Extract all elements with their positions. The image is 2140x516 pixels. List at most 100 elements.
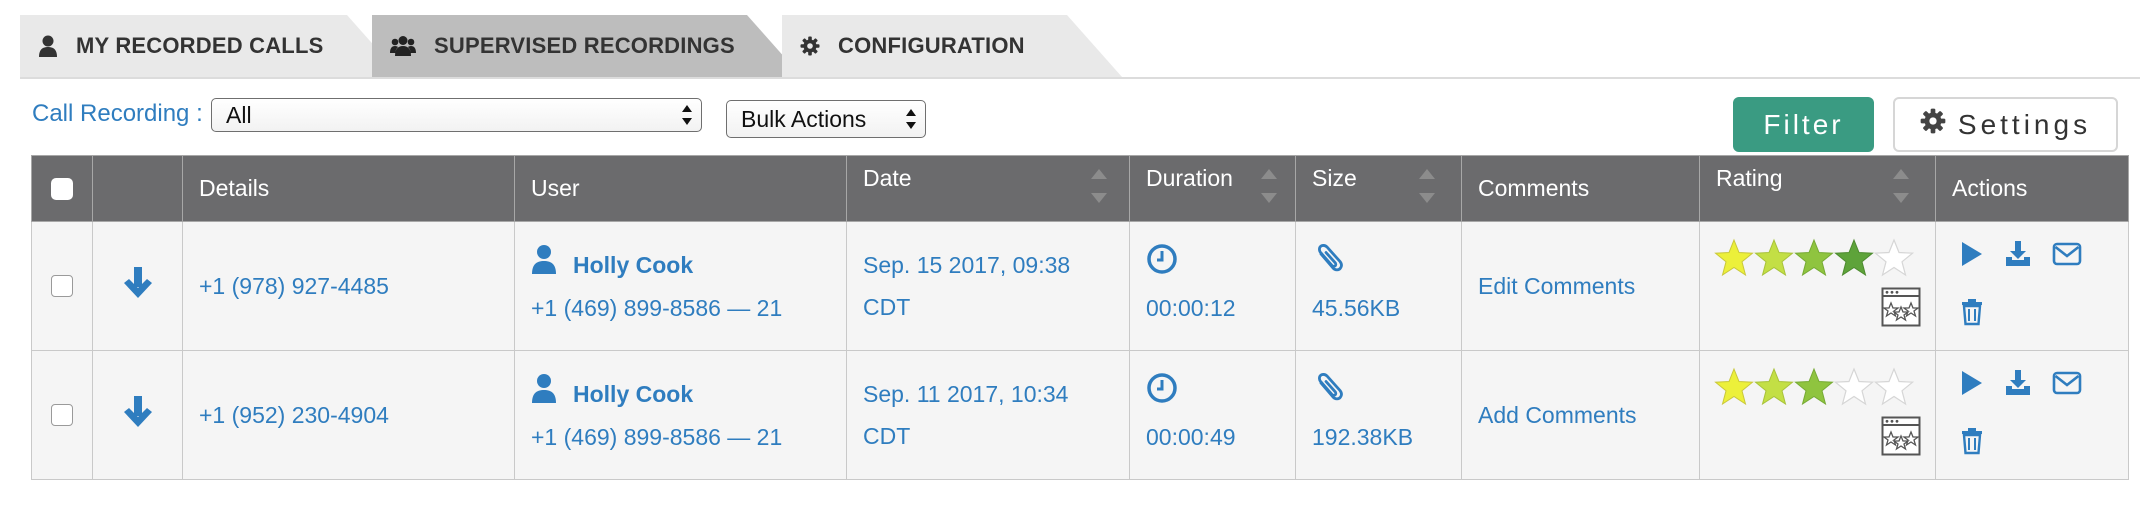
user-cell: Holly Cook +1 (469) 899-8586 — 21 [514,221,847,351]
select-all-checkbox[interactable] [51,177,73,200]
rate-window-icon[interactable] [1881,287,1921,333]
header-user: User [514,155,847,222]
user-icon [531,244,557,287]
star-icon-5[interactable] [1874,367,1914,407]
call-recording-value: All [226,101,252,128]
users-icon [390,35,416,57]
header-actions: Actions [1935,155,2129,222]
user-icon [38,35,58,57]
user-name-link[interactable]: Holly Cook [573,244,693,286]
rating-cell [1699,221,1936,351]
header-details: Details [182,155,515,222]
header-rating[interactable]: Rating [1699,155,1936,222]
download-header [92,155,183,222]
header-date-label: Date [863,165,912,191]
star-icon-3[interactable] [1794,367,1834,407]
edit-comments-link[interactable]: Edit Comments [1478,273,1635,299]
caller-number-link[interactable]: +1 (978) 927-4485 [199,273,389,299]
date-cell: Sep. 15 2017, 09:38 CDT [846,221,1130,351]
tab-my-recorded-calls[interactable]: MY RECORDED CALLS [20,15,402,77]
sort-icon[interactable] [1417,166,1437,212]
paperclip-icon [1312,242,1346,289]
email-icon[interactable] [2052,370,2082,402]
download-cell [92,221,183,351]
tab-label: CONFIGURATION [838,33,1025,58]
duration-cell: 00:00:49 [1129,350,1296,480]
gear-icon [1920,108,1946,141]
add-comments-link[interactable]: Add Comments [1478,402,1637,428]
header-size-label: Size [1312,165,1357,191]
star-icon-2[interactable] [1754,238,1794,278]
user-cell: Holly Cook +1 (469) 899-8586 — 21 [514,350,847,480]
table-row: +1 (978) 927-4485 Holly Cook +1 (469) 89… [31,221,2129,351]
actions-cell [1935,221,2129,351]
recordings-table: Details User Date Duration Size Comments… [31,155,2129,480]
header-date[interactable]: Date [846,155,1130,222]
header-rating-label: Rating [1716,165,1783,191]
tab-configuration[interactable]: CONFIGURATION [782,15,1122,77]
file-size-value: 45.56KB [1312,295,1401,321]
star-icon-4[interactable] [1834,367,1874,407]
date-line: Sep. 15 2017, 09:38 [863,252,1071,278]
tab-label: MY RECORDED CALLS [76,33,324,58]
download-icon[interactable] [2004,369,2032,403]
sort-icon[interactable] [1089,166,1109,212]
star-rating[interactable] [1714,367,1914,407]
star-icon-3[interactable] [1794,238,1834,278]
row-select-cell [31,221,93,351]
duration-value: 00:00:49 [1146,424,1236,450]
call-recording-select[interactable]: All [211,98,702,132]
email-icon[interactable] [2052,241,2082,273]
timezone-line: CDT [863,294,911,320]
details-cell: +1 (978) 927-4485 [182,221,515,351]
file-size-value: 192.38KB [1312,424,1414,450]
row-checkbox[interactable] [51,404,73,426]
select-arrows-icon [681,104,693,132]
select-arrows-icon [905,108,917,136]
star-icon-1[interactable] [1714,238,1754,278]
date-line: Sep. 11 2017, 10:34 [863,381,1069,407]
settings-label: Settings [1957,108,2092,140]
user-name-link[interactable]: Holly Cook [573,373,693,415]
row-checkbox[interactable] [51,275,73,297]
details-cell: +1 (952) 230-4904 [182,350,515,480]
header-duration-label: Duration [1146,165,1233,191]
header-size[interactable]: Size [1295,155,1462,222]
arrow-down-icon[interactable] [122,396,154,434]
download-icon[interactable] [2004,240,2032,274]
star-icon-4[interactable] [1834,238,1874,278]
row-select-cell [31,350,93,480]
comments-cell: Edit Comments [1461,221,1700,351]
sort-icon[interactable] [1259,166,1279,212]
play-icon[interactable] [1960,240,1984,274]
filter-button[interactable]: Filter [1733,97,1874,152]
star-icon-1[interactable] [1714,367,1754,407]
trash-icon[interactable] [1960,428,1984,460]
clock-icon [1146,243,1178,288]
call-recording-label: Call Recording : [32,100,203,127]
header-comments: Comments [1461,155,1700,222]
sort-icon[interactable] [1891,166,1911,212]
rate-window-icon[interactable] [1881,416,1921,462]
caller-number-link[interactable]: +1 (952) 230-4904 [199,402,389,428]
play-icon[interactable] [1960,369,1984,403]
star-icon-5[interactable] [1874,238,1914,278]
arrow-down-icon[interactable] [122,267,154,305]
user-extension: +1 (469) 899-8586 — 21 [531,294,783,321]
table-header-row: Details User Date Duration Size Comments… [31,155,2129,222]
header-duration[interactable]: Duration [1129,155,1296,222]
tab-supervised-recordings[interactable]: SUPERVISED RECORDINGS [372,15,802,77]
clock-icon [1146,372,1178,417]
timezone-line: CDT [863,423,911,449]
user-icon [531,373,557,416]
trash-icon[interactable] [1960,299,1984,331]
comments-cell: Add Comments [1461,350,1700,480]
size-cell: 45.56KB [1295,221,1462,351]
paperclip-icon [1312,371,1346,418]
star-icon-2[interactable] [1754,367,1794,407]
size-cell: 192.38KB [1295,350,1462,480]
star-rating[interactable] [1714,238,1914,278]
settings-button[interactable]: Settings [1893,97,2118,152]
user-extension: +1 (469) 899-8586 — 21 [531,423,783,450]
bulk-actions-select[interactable]: Bulk Actions [726,100,926,138]
